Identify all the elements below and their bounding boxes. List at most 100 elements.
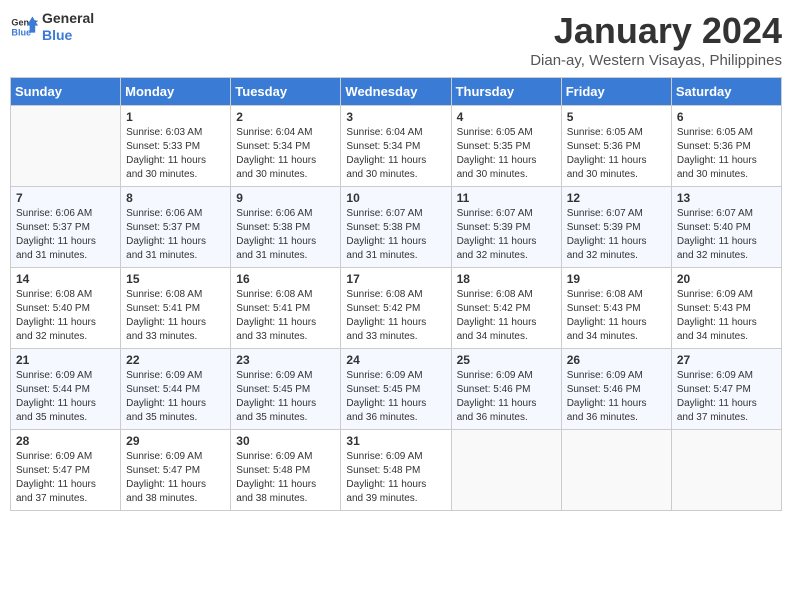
calendar-cell: 20 Sunrise: 6:09 AM Sunset: 5:43 PM Dayli… <box>671 268 781 349</box>
calendar-cell: 19 Sunrise: 6:08 AM Sunset: 5:43 PM Dayli… <box>561 268 671 349</box>
day-info: Sunrise: 6:07 AM Sunset: 5:39 PM Dayligh… <box>457 207 556 263</box>
calendar-cell: 29 Sunrise: 6:09 AM Sunset: 5:47 PM Dayli… <box>121 430 231 511</box>
calendar-cell: 22 Sunrise: 6:09 AM Sunset: 5:44 PM Dayli… <box>121 349 231 430</box>
calendar-cell: 8Sunrise: 6:06 AM Sunset: 5:37 PM Daylig… <box>121 187 231 268</box>
calendar-subtitle: Dian-ay, Western Visayas, Philippines <box>530 52 782 69</box>
calendar-cell: 4Sunrise: 6:05 AM Sunset: 5:35 PM Daylig… <box>451 106 561 187</box>
day-number: 7 <box>16 191 115 205</box>
day-number: 16 <box>236 272 335 286</box>
day-number: 13 <box>677 191 776 205</box>
calendar-cell: 1 Sunrise: 6:03 AM Sunset: 5:33 PM Daylig… <box>121 106 231 187</box>
calendar-cell <box>671 430 781 511</box>
day-info: Sunrise: 6:08 AM Sunset: 5:41 PM Dayligh… <box>236 288 335 344</box>
day-info: Sunrise: 6:03 AM Sunset: 5:33 PM Dayligh… <box>126 126 225 182</box>
logo-icon: General Blue <box>10 13 38 41</box>
day-number: 10 <box>346 191 445 205</box>
day-number: 12 <box>567 191 666 205</box>
calendar-cell: 24 Sunrise: 6:09 AM Sunset: 5:45 PM Dayli… <box>341 349 451 430</box>
calendar-cell: 14 Sunrise: 6:08 AM Sunset: 5:40 PM Dayli… <box>11 268 121 349</box>
day-info: Sunrise: 6:09 AM Sunset: 5:46 PM Dayligh… <box>457 369 556 425</box>
logo: General Blue General Blue <box>10 10 94 44</box>
day-number: 26 <box>567 353 666 367</box>
day-number: 17 <box>346 272 445 286</box>
calendar-cell: 23Sunrise: 6:09 AM Sunset: 5:45 PM Dayli… <box>231 349 341 430</box>
calendar-cell: 6 Sunrise: 6:05 AM Sunset: 5:36 PM Daylig… <box>671 106 781 187</box>
day-info: Sunrise: 6:08 AM Sunset: 5:40 PM Dayligh… <box>16 288 115 344</box>
day-number: 21 <box>16 353 115 367</box>
calendar-cell: 13Sunrise: 6:07 AM Sunset: 5:40 PM Dayli… <box>671 187 781 268</box>
day-number: 19 <box>567 272 666 286</box>
col-header-wednesday: Wednesday <box>341 78 451 106</box>
day-info: Sunrise: 6:06 AM Sunset: 5:37 PM Dayligh… <box>126 207 225 263</box>
day-info: Sunrise: 6:04 AM Sunset: 5:34 PM Dayligh… <box>346 126 445 182</box>
day-number: 3 <box>346 110 445 124</box>
calendar-cell: 17 Sunrise: 6:08 AM Sunset: 5:42 PM Dayli… <box>341 268 451 349</box>
calendar-cell: 27 Sunrise: 6:09 AM Sunset: 5:47 PM Dayli… <box>671 349 781 430</box>
day-info: Sunrise: 6:06 AM Sunset: 5:38 PM Dayligh… <box>236 207 335 263</box>
col-header-tuesday: Tuesday <box>231 78 341 106</box>
calendar-cell: 21 Sunrise: 6:09 AM Sunset: 5:44 PM Dayli… <box>11 349 121 430</box>
day-number: 5 <box>567 110 666 124</box>
day-info: Sunrise: 6:09 AM Sunset: 5:48 PM Dayligh… <box>236 450 335 506</box>
calendar-cell: 18 Sunrise: 6:08 AM Sunset: 5:42 PM Dayli… <box>451 268 561 349</box>
svg-text:Blue: Blue <box>11 27 31 37</box>
calendar-cell: 11Sunrise: 6:07 AM Sunset: 5:39 PM Dayli… <box>451 187 561 268</box>
day-info: Sunrise: 6:05 AM Sunset: 5:36 PM Dayligh… <box>677 126 776 182</box>
calendar-cell: 28Sunrise: 6:09 AM Sunset: 5:47 PM Dayli… <box>11 430 121 511</box>
header: General Blue General Blue January 2024 D… <box>10 10 782 69</box>
day-number: 18 <box>457 272 556 286</box>
day-number: 28 <box>16 434 115 448</box>
calendar-cell <box>561 430 671 511</box>
day-number: 25 <box>457 353 556 367</box>
calendar-cell: 30 Sunrise: 6:09 AM Sunset: 5:48 PM Dayli… <box>231 430 341 511</box>
day-number: 20 <box>677 272 776 286</box>
day-number: 24 <box>346 353 445 367</box>
day-info: Sunrise: 6:06 AM Sunset: 5:37 PM Dayligh… <box>16 207 115 263</box>
day-info: Sunrise: 6:08 AM Sunset: 5:42 PM Dayligh… <box>457 288 556 344</box>
day-info: Sunrise: 6:04 AM Sunset: 5:34 PM Dayligh… <box>236 126 335 182</box>
day-info: Sunrise: 6:09 AM Sunset: 5:45 PM Dayligh… <box>346 369 445 425</box>
calendar-cell: 26 Sunrise: 6:09 AM Sunset: 5:46 PM Dayli… <box>561 349 671 430</box>
logo-blue: Blue <box>42 27 94 44</box>
calendar-cell: 15Sunrise: 6:08 AM Sunset: 5:41 PM Dayli… <box>121 268 231 349</box>
day-number: 27 <box>677 353 776 367</box>
calendar-cell: 3 Sunrise: 6:04 AM Sunset: 5:34 PM Daylig… <box>341 106 451 187</box>
day-info: Sunrise: 6:07 AM Sunset: 5:39 PM Dayligh… <box>567 207 666 263</box>
day-info: Sunrise: 6:09 AM Sunset: 5:46 PM Dayligh… <box>567 369 666 425</box>
day-info: Sunrise: 6:09 AM Sunset: 5:47 PM Dayligh… <box>677 369 776 425</box>
calendar-cell: 12 Sunrise: 6:07 AM Sunset: 5:39 PM Dayli… <box>561 187 671 268</box>
calendar-table: SundayMondayTuesdayWednesdayThursdayFrid… <box>10 77 782 511</box>
calendar-cell: 7 Sunrise: 6:06 AM Sunset: 5:37 PM Daylig… <box>11 187 121 268</box>
day-info: Sunrise: 6:09 AM Sunset: 5:47 PM Dayligh… <box>126 450 225 506</box>
day-info: Sunrise: 6:08 AM Sunset: 5:41 PM Dayligh… <box>126 288 225 344</box>
calendar-cell: 16 Sunrise: 6:08 AM Sunset: 5:41 PM Dayli… <box>231 268 341 349</box>
day-info: Sunrise: 6:09 AM Sunset: 5:44 PM Dayligh… <box>126 369 225 425</box>
day-number: 6 <box>677 110 776 124</box>
day-info: Sunrise: 6:08 AM Sunset: 5:42 PM Dayligh… <box>346 288 445 344</box>
day-number: 2 <box>236 110 335 124</box>
day-number: 23 <box>236 353 335 367</box>
calendar-cell: 9 Sunrise: 6:06 AM Sunset: 5:38 PM Daylig… <box>231 187 341 268</box>
calendar-title: January 2024 <box>530 10 782 52</box>
day-info: Sunrise: 6:07 AM Sunset: 5:38 PM Dayligh… <box>346 207 445 263</box>
day-number: 22 <box>126 353 225 367</box>
calendar-cell <box>11 106 121 187</box>
title-area: January 2024 Dian-ay, Western Visayas, P… <box>530 10 782 69</box>
day-number: 29 <box>126 434 225 448</box>
day-info: Sunrise: 6:09 AM Sunset: 5:44 PM Dayligh… <box>16 369 115 425</box>
day-info: Sunrise: 6:09 AM Sunset: 5:43 PM Dayligh… <box>677 288 776 344</box>
day-number: 9 <box>236 191 335 205</box>
logo-general: General <box>42 10 94 27</box>
day-number: 30 <box>236 434 335 448</box>
calendar-cell <box>451 430 561 511</box>
day-info: Sunrise: 6:05 AM Sunset: 5:36 PM Dayligh… <box>567 126 666 182</box>
col-header-friday: Friday <box>561 78 671 106</box>
col-header-thursday: Thursday <box>451 78 561 106</box>
col-header-sunday: Sunday <box>11 78 121 106</box>
day-number: 14 <box>16 272 115 286</box>
day-info: Sunrise: 6:08 AM Sunset: 5:43 PM Dayligh… <box>567 288 666 344</box>
day-number: 1 <box>126 110 225 124</box>
day-number: 31 <box>346 434 445 448</box>
day-info: Sunrise: 6:09 AM Sunset: 5:48 PM Dayligh… <box>346 450 445 506</box>
calendar-cell: 31 Sunrise: 6:09 AM Sunset: 5:48 PM Dayli… <box>341 430 451 511</box>
